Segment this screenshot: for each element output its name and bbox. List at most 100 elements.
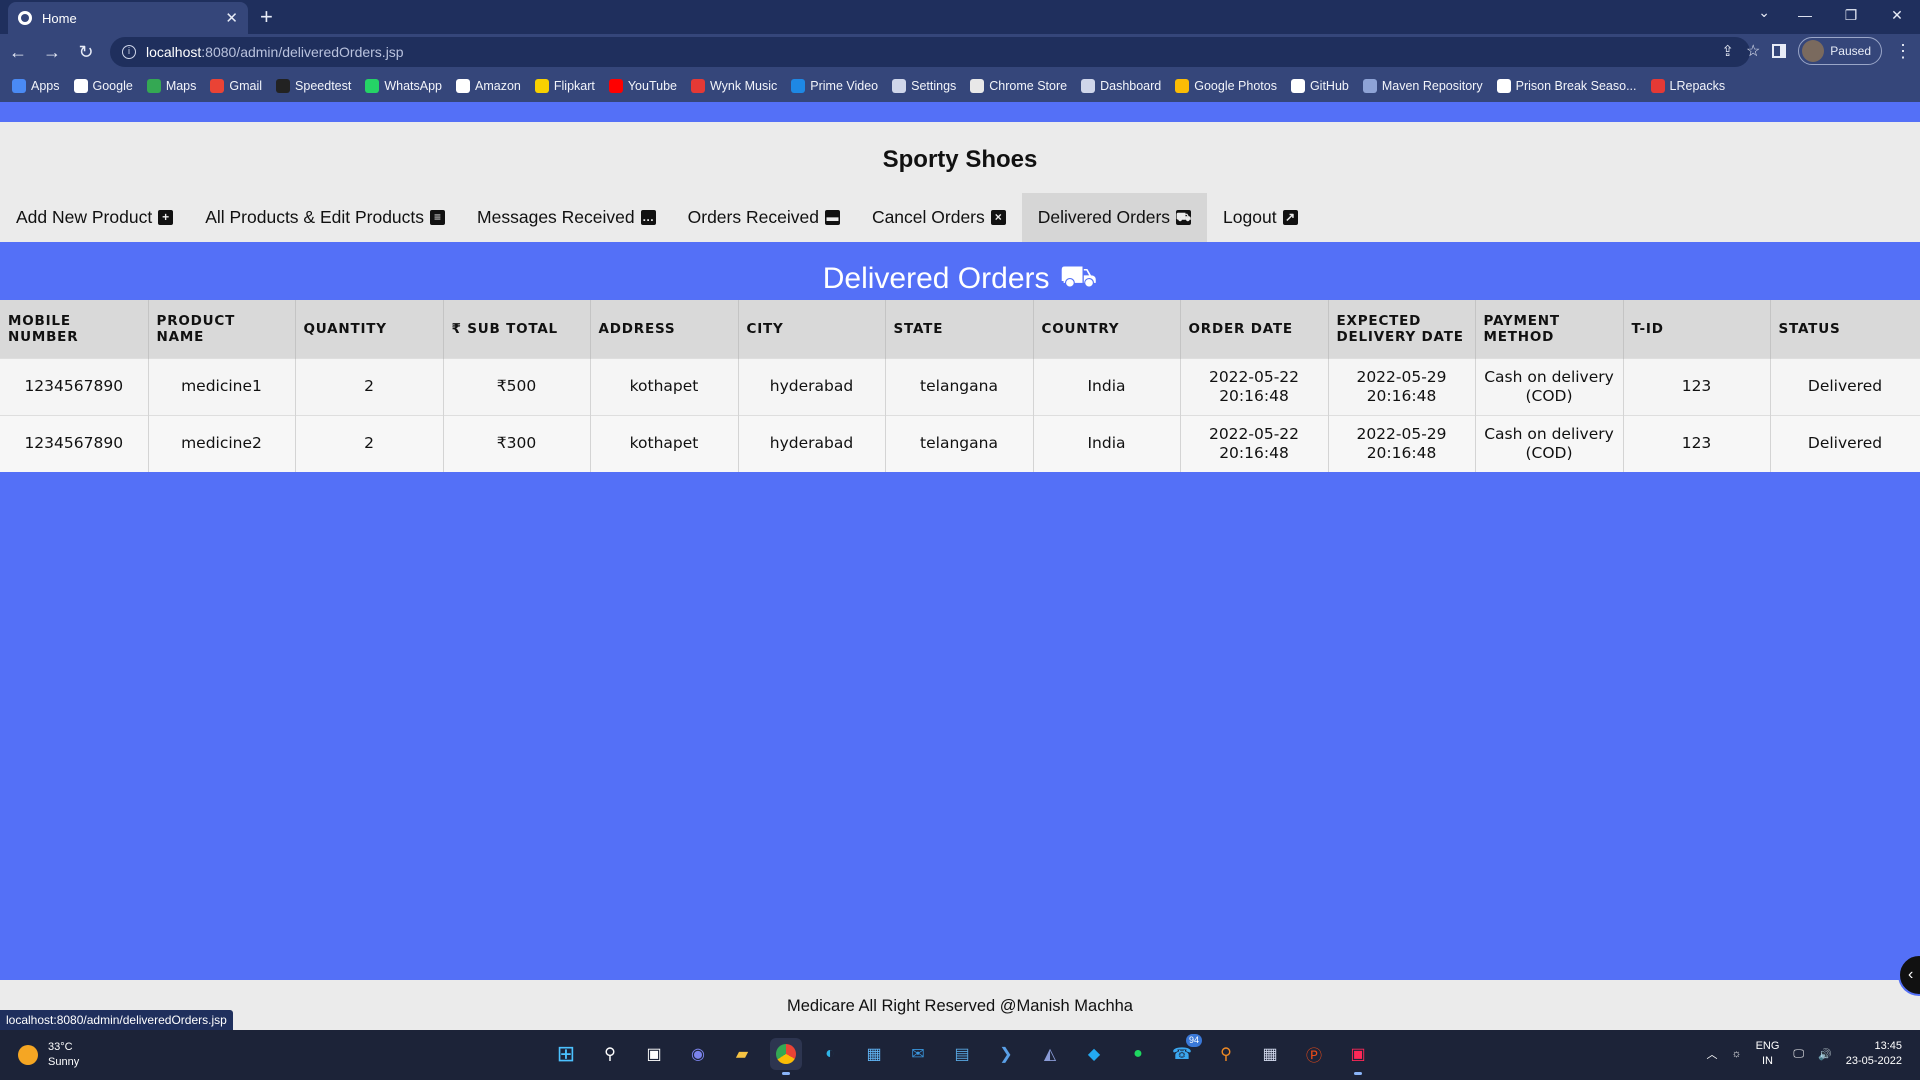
table-cell: 123 <box>1623 357 1771 415</box>
bookmark-favicon-icon <box>1175 79 1190 93</box>
eclipse-icon[interactable]: ◭ <box>1034 1038 1066 1070</box>
nav-item-messages-received[interactable]: Messages Received… <box>461 193 672 242</box>
calculator-icon[interactable]: ▦ <box>1254 1038 1286 1070</box>
url-host: localhost <box>146 44 202 60</box>
brightness-icon[interactable]: ☼ <box>1731 1048 1741 1060</box>
bookmark-item[interactable]: Google Photos <box>1175 79 1277 93</box>
volume-icon[interactable]: 🔊 <box>1818 1048 1832 1061</box>
side-panel-icon[interactable] <box>1772 44 1787 58</box>
clock[interactable]: 13:45 23-05-2022 <box>1846 1039 1902 1069</box>
bookmark-item[interactable]: YouTube <box>608 79 677 93</box>
column-header: PAYMENT METHOD <box>1475 300 1624 358</box>
nav-item-add-new-product[interactable]: Add New Product + <box>0 193 189 242</box>
bookmark-favicon-icon <box>970 79 985 93</box>
nav-item-label: Messages Received <box>477 207 635 227</box>
window-controls: — ❐ ✕ <box>1782 0 1920 30</box>
minimize-button[interactable]: — <box>1782 0 1828 30</box>
forward-button[interactable]: → <box>36 36 68 68</box>
restore-button[interactable]: ❐ <box>1828 0 1874 30</box>
site-footer: Medicare All Right Reserved @Manish Mach… <box>0 980 1920 1032</box>
browser-tab-home[interactable]: Home ✕ <box>8 2 248 34</box>
table-cell: telangana <box>885 414 1034 472</box>
intellij-icon[interactable]: ▣ <box>1342 1038 1374 1075</box>
bookmark-item[interactable]: Maps <box>146 79 196 93</box>
bookmark-item[interactable]: Apps <box>12 79 60 93</box>
bookmark-label: LRepacks <box>1669 79 1726 93</box>
chrome-icon[interactable] <box>770 1038 802 1075</box>
bookmark-label: Speedtest <box>295 79 352 93</box>
chevron-up-icon[interactable]: ︿ <box>1706 1046 1717 1062</box>
bookmark-item[interactable]: Amazon <box>456 79 521 93</box>
address-bar[interactable]: i localhost:8080/admin/deliveredOrders.j… <box>110 37 1750 67</box>
table-cell: 2022-05-22 20:16:48 <box>1180 414 1329 472</box>
nav-item-all-products-edit-products[interactable]: All Products & Edit Products ≡ <box>189 193 461 242</box>
spotify-icon[interactable]: ● <box>1122 1038 1154 1070</box>
bookmark-label: Apps <box>31 79 60 93</box>
reload-button[interactable]: ↻ <box>70 36 102 68</box>
bookmark-label: Prime Video <box>810 79 879 93</box>
search-icon[interactable]: ⚲ <box>594 1038 626 1070</box>
nav-item-cancel-orders[interactable]: Cancel Orders × <box>856 193 1022 242</box>
tab-search-icon[interactable]: ⌄ <box>1758 4 1770 21</box>
bookmark-item[interactable]: LRepacks <box>1650 79 1726 93</box>
profile-label: Paused <box>1830 44 1871 58</box>
close-window-button[interactable]: ✕ <box>1874 0 1920 30</box>
bookmark-item[interactable]: Prime Video <box>791 79 878 93</box>
profile-button[interactable]: Paused <box>1798 37 1882 65</box>
close-tab-icon[interactable]: ✕ <box>225 9 238 27</box>
language-indicator[interactable]: ENG IN <box>1756 1039 1780 1069</box>
edge-icon[interactable]: ◐ <box>814 1038 846 1070</box>
weather-widget[interactable]: 33°C Sunny <box>18 1040 79 1070</box>
postman-icon[interactable]: Ⓟ <box>1298 1038 1330 1070</box>
bookmark-item[interactable]: Gmail <box>210 79 262 93</box>
whatsapp-icon[interactable]: ☎ 94 <box>1166 1034 1202 1070</box>
bookmark-item[interactable]: Prison Break Seaso... <box>1496 79 1637 93</box>
bookmark-item[interactable]: Google <box>73 79 133 93</box>
avatar <box>1802 40 1825 62</box>
language-code: ENG <box>1755 1040 1780 1052</box>
column-header: PRODUCT NAME <box>148 300 296 358</box>
search-tool-icon[interactable]: ⚲ <box>1210 1038 1242 1070</box>
bookmark-favicon-icon <box>365 79 380 93</box>
network-icon[interactable]: 🖵 <box>1793 1048 1804 1061</box>
clock-time: 13:45 <box>1874 1040 1902 1052</box>
table-cell: 123 <box>1623 414 1771 472</box>
bookmark-label: Google <box>92 79 133 93</box>
bookmark-item[interactable]: Settings <box>892 79 956 93</box>
toolbar-actions: ⇪ ☆ Paused ⋮ <box>1721 37 1912 65</box>
powershell-icon[interactable]: ❯ <box>990 1038 1022 1070</box>
bookmark-item[interactable]: Dashboard <box>1081 79 1161 93</box>
new-tab-button[interactable]: + <box>260 4 273 30</box>
start-icon[interactable]: ⊞ <box>550 1038 582 1070</box>
mail-icon[interactable]: ✉ <box>902 1038 934 1070</box>
nav-item-delivered-orders[interactable]: Delivered Orders ⛟ <box>1021 193 1208 242</box>
store-icon[interactable]: ▦ <box>858 1038 890 1070</box>
bookmark-item[interactable]: Flipkart <box>534 79 595 93</box>
browser-tabstrip: Home ✕ + ⌄ — ❐ ✕ <box>0 0 1920 34</box>
nav-item-orders-received[interactable]: Orders Received ▬ <box>672 193 856 242</box>
menu-icon[interactable]: ⋮ <box>1894 41 1912 62</box>
bookmark-favicon-icon <box>276 79 291 93</box>
bookmark-star-icon[interactable]: ☆ <box>1746 41 1760 61</box>
bookmark-label: WhatsApp <box>384 79 443 93</box>
bookmark-item[interactable]: Speedtest <box>276 79 351 93</box>
bookmark-favicon-icon <box>1362 79 1377 93</box>
nav-item-label: Add New Product <box>16 207 153 227</box>
share-icon[interactable]: ⇪ <box>1721 42 1734 60</box>
file-explorer-icon[interactable]: ▰ <box>726 1038 758 1070</box>
teams-chat-icon[interactable]: ◉ <box>682 1038 714 1070</box>
vscode-icon[interactable]: ◆ <box>1078 1038 1110 1070</box>
site-info-icon[interactable]: i <box>122 45 136 59</box>
bookmark-item[interactable]: Wynk Music <box>690 79 778 93</box>
back-button[interactable]: ← <box>2 36 34 68</box>
bookmark-item[interactable]: Chrome Store <box>970 79 1067 93</box>
remote-desktop-icon[interactable]: ▤ <box>946 1038 978 1070</box>
nav-item-logout[interactable]: Logout ↗ <box>1207 193 1314 242</box>
bookmark-item[interactable]: GitHub <box>1290 79 1349 93</box>
bookmark-item[interactable]: Maven Repository <box>1362 79 1483 93</box>
bookmark-item[interactable]: WhatsApp <box>365 79 442 93</box>
task-view-icon[interactable]: ▣ <box>638 1038 670 1070</box>
table-cell: kothapet <box>590 357 739 415</box>
bookmark-label: Wynk Music <box>709 79 778 93</box>
taskbar-apps: ⊞ ⚲ ▣ ◉ ▰ ◐ ▦ ✉ ▤ ❯ ◭ ◆ ● ☎ 94 ⚲ ▦ Ⓟ ▣ <box>550 1034 1374 1075</box>
